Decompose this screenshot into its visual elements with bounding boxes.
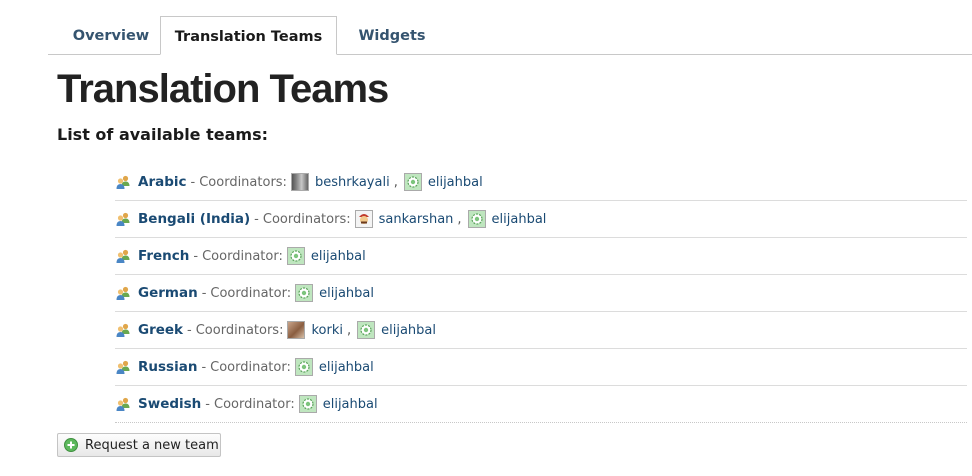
team-list: Arabic - Coordinators: beshrkayali, elijahba… — [115, 164, 967, 423]
tab-bar: Overview Translation Teams Widgets — [48, 16, 972, 55]
separator: - — [187, 322, 192, 338]
coordinator-label: Coordinators: — [199, 174, 287, 190]
coordinator-user[interactable]: sankarshan — [354, 210, 454, 228]
user-avatar-icon — [287, 321, 306, 339]
team-name-link[interactable]: Greek — [138, 322, 183, 338]
coordinator-label: Coordinator: — [210, 285, 292, 301]
separator: - — [193, 248, 199, 264]
coordinator-name-link[interactable]: elijahbal — [319, 360, 374, 375]
coordinator-user[interactable]: elijahbal — [357, 321, 436, 339]
team-name-link[interactable]: Bengali (India) — [138, 211, 250, 227]
coordinator-label: Coordinator: — [210, 359, 291, 375]
coordinator-name-link[interactable]: elijahbal — [381, 323, 436, 338]
team-row: German - Coordinator: elijahbal — [115, 275, 967, 312]
separator: - — [190, 174, 196, 190]
team-people-icon — [116, 212, 130, 226]
coordinator-name-link[interactable]: sankarshan — [379, 212, 454, 227]
coordinator-label: Coordinator: — [202, 248, 283, 264]
team-row: French - Coordinator: elijahbal — [115, 238, 967, 275]
request-new-team-button[interactable]: Request a new team — [57, 433, 221, 457]
coordinator-user[interactable]: beshrkayali — [290, 173, 390, 191]
team-people-icon — [116, 175, 130, 189]
separator: - — [201, 359, 207, 375]
coordinator-user[interactable]: elijahbal — [294, 358, 374, 376]
user-avatar-icon — [294, 358, 313, 376]
tab-overview[interactable]: Overview — [66, 16, 156, 53]
team-row: Russian - Coordinator: elijahbal — [115, 349, 967, 386]
team-people-icon — [116, 286, 130, 300]
coordinator-label: Coordinators: — [195, 322, 284, 338]
tab-widgets[interactable]: Widgets — [347, 16, 437, 53]
user-avatar-icon — [467, 210, 486, 228]
coordinator-user[interactable]: korki — [287, 321, 343, 339]
team-people-icon — [116, 323, 130, 337]
coordinator-user[interactable]: elijahbal — [467, 210, 547, 228]
separator: - — [254, 211, 259, 227]
coordinator-name-link[interactable]: beshrkayali — [315, 175, 390, 190]
coordinator-label: Coordinators: — [262, 211, 351, 227]
user-avatar-icon — [403, 173, 422, 191]
user-avatar-icon — [298, 395, 317, 413]
coordinator-user[interactable]: elijahbal — [298, 395, 378, 413]
team-row: Swedish - Coordinator: elijahbal — [115, 386, 967, 423]
team-name-link[interactable]: French — [138, 248, 189, 264]
coordinator-name-link[interactable]: korki — [311, 323, 343, 338]
plus-circle-icon — [64, 438, 78, 452]
user-avatar-icon — [357, 321, 376, 339]
user-avatar-icon — [286, 247, 305, 265]
coordinator-user[interactable]: elijahbal — [403, 173, 483, 191]
team-people-icon — [116, 360, 130, 374]
team-name-link[interactable]: Arabic — [138, 174, 187, 190]
coordinator-name-link[interactable]: elijahbal — [492, 212, 547, 227]
team-row: Bengali (India) - Coordinators: sankarshan,… — [115, 201, 967, 238]
coordinator-name-link[interactable]: elijahbal — [428, 175, 483, 190]
team-people-icon — [116, 397, 130, 411]
user-avatar-icon — [290, 173, 309, 191]
page-title: Translation Teams — [57, 67, 389, 111]
request-new-team-label: Request a new team — [85, 437, 219, 453]
coordinator-label: Coordinator: — [214, 396, 295, 412]
user-avatar-icon — [354, 210, 373, 228]
tab-translation-teams[interactable]: Translation Teams — [160, 16, 337, 55]
team-row: Greek - Coordinators: korki, elijahbal — [115, 312, 967, 349]
coordinator-name-link[interactable]: elijahbal — [311, 249, 366, 264]
section-subtitle: List of available teams: — [57, 125, 268, 144]
team-name-link[interactable]: Russian — [138, 359, 197, 375]
separator: - — [205, 396, 210, 412]
coordinator-user[interactable]: elijahbal — [295, 284, 374, 302]
team-row: Arabic - Coordinators: beshrkayali, elijahba… — [115, 164, 967, 201]
comma-separator: , — [346, 322, 352, 338]
user-avatar-icon — [295, 284, 314, 302]
comma-separator: , — [393, 174, 398, 190]
team-name-link[interactable]: German — [138, 285, 198, 301]
comma-separator: , — [457, 211, 462, 227]
coordinator-name-link[interactable]: elijahbal — [319, 286, 374, 301]
team-people-icon — [116, 249, 130, 263]
coordinator-name-link[interactable]: elijahbal — [323, 397, 378, 412]
team-name-link[interactable]: Swedish — [138, 396, 201, 412]
coordinator-user[interactable]: elijahbal — [286, 247, 366, 265]
separator: - — [201, 285, 207, 301]
